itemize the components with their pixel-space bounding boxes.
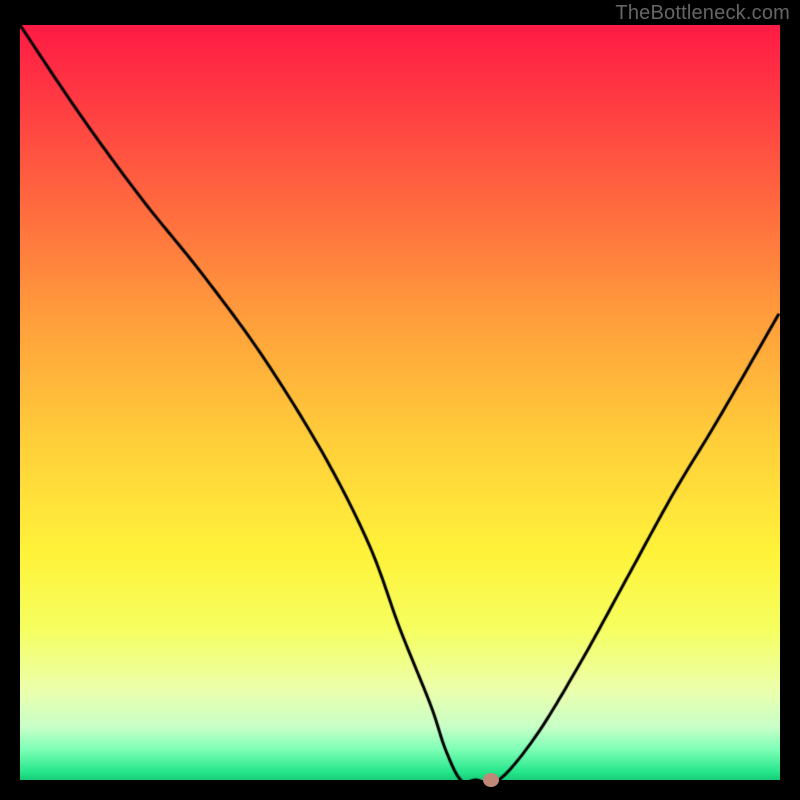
optimal-point-marker: [483, 773, 499, 787]
watermark-text: TheBottleneck.com: [615, 2, 790, 25]
bottleneck-curve: [20, 25, 780, 780]
chart-plot-area: [20, 25, 780, 780]
